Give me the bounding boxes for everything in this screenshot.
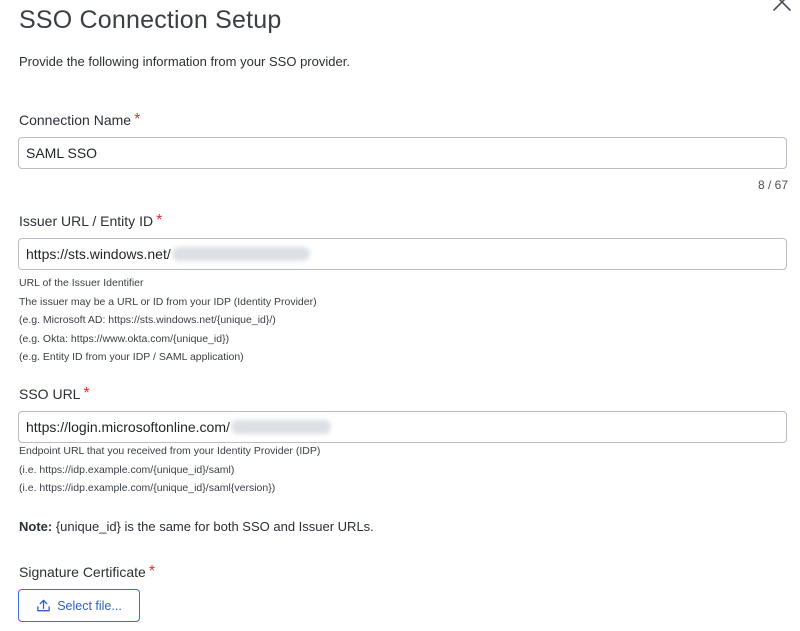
sso-help-line: (i.e. https://idp.example.com/{unique_id… — [19, 482, 276, 494]
note-text: {unique_id} is the same for both SSO and… — [52, 519, 374, 534]
connection-name-input[interactable]: SAML SSO — [18, 137, 787, 169]
signature-certificate-label-text: Signature Certificate — [19, 564, 146, 580]
required-mark: * — [148, 563, 156, 580]
issuer-url-help: URL of the Issuer Identifier The issuer … — [19, 274, 317, 367]
sso-connection-dialog: SSO Connection Setup Provide the followi… — [0, 0, 800, 631]
note-prefix: Note: — [19, 519, 53, 534]
dialog-title: SSO Connection Setup — [19, 6, 282, 34]
connection-name-label: Connection Name * — [19, 111, 141, 130]
sso-url-label: SSO URL * — [19, 385, 90, 404]
required-mark: * — [134, 111, 141, 128]
sso-url-value: https://login.microsoftonline.com/ — [26, 419, 230, 435]
redacted-text — [171, 247, 310, 261]
unique-id-note: Note: {unique_id} is the same for both S… — [19, 519, 374, 534]
issuer-url-input[interactable]: https://sts.windows.net/ — [18, 238, 787, 270]
close-button[interactable] — [771, 0, 793, 13]
required-mark: * — [156, 212, 163, 229]
select-file-label: Select file... — [57, 598, 122, 613]
close-icon — [773, 0, 791, 11]
issuer-help-line: (e.g. Entity ID from your IDP / SAML app… — [19, 351, 244, 363]
character-counter: 8 / 67 — [757, 178, 788, 192]
sso-help-line: (i.e. https://idp.example.com/{unique_id… — [19, 463, 235, 476]
issuer-help-line: The issuer may be a URL or ID from your … — [19, 295, 317, 308]
issuer-url-label: Issuer URL / Entity ID * — [19, 212, 163, 231]
issuer-help-line: URL of the Issuer Identifier — [19, 277, 144, 289]
sso-url-help: Endpoint URL that you received from your… — [19, 442, 320, 498]
signature-certificate-label: Signature Certificate * — [19, 563, 156, 582]
issuer-url-label-text: Issuer URL / Entity ID — [19, 213, 154, 229]
sso-url-label-text: SSO URL — [19, 386, 81, 402]
redacted-text — [230, 420, 331, 434]
connection-name-value: SAML SSO — [26, 145, 98, 161]
sso-url-input[interactable]: https://login.microsoftonline.com/ — [18, 411, 787, 443]
required-mark: * — [83, 385, 90, 402]
select-file-button[interactable]: Select file... — [18, 589, 140, 622]
issuer-help-line: (e.g. Okta: https://www.okta.com/{unique… — [19, 332, 230, 345]
issuer-url-value: https://sts.windows.net/ — [26, 246, 171, 262]
sso-help-line: Endpoint URL that you received from your… — [19, 445, 321, 457]
dialog-subtitle: Provide the following information from y… — [19, 54, 350, 69]
upload-icon — [37, 599, 50, 612]
issuer-help-line: (e.g. Microsoft AD: https://sts.windows.… — [19, 314, 276, 326]
connection-name-label-text: Connection Name — [19, 112, 132, 128]
